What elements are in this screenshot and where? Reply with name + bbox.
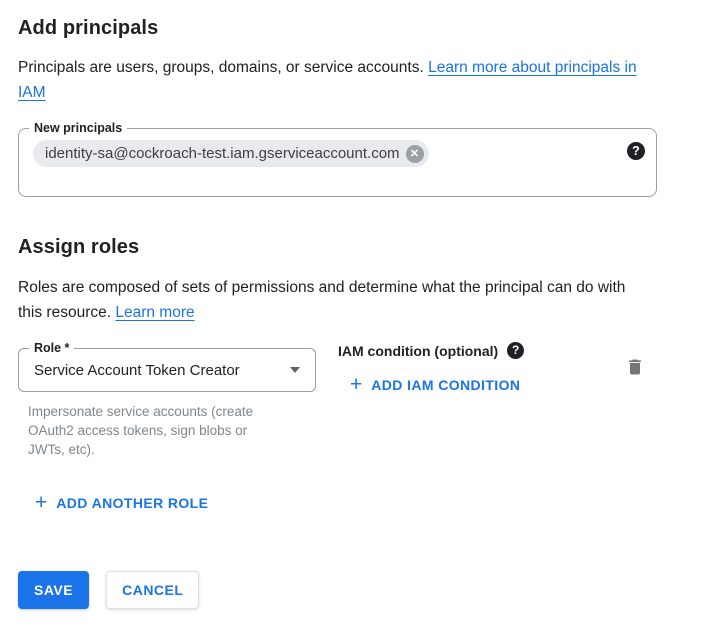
iam-condition-help-icon[interactable]: ? [507,342,524,359]
delete-role-column [625,357,645,382]
role-helper-text: Impersonate service accounts (create OAu… [28,402,278,459]
save-button[interactable]: SAVE [18,571,89,609]
cancel-button[interactable]: CANCEL [106,571,199,609]
add-another-role-label: ADD ANOTHER ROLE [56,495,208,511]
chip-remove-icon[interactable]: ✕ [406,145,424,163]
new-principals-field[interactable]: New principals identity-sa@cockroach-tes… [18,128,657,197]
add-iam-condition-button[interactable]: + ADD IAM CONDITION [350,375,520,395]
trash-icon [625,357,645,377]
role-value: Service Account Token Creator [34,362,290,379]
new-principals-label: New principals [29,120,127,137]
role-row: Role * Service Account Token Creator Imp… [18,342,657,459]
plus-icon: + [350,375,362,395]
role-select[interactable]: Role * Service Account Token Creator [18,348,316,392]
principals-intro: Principals are users, groups, domains, o… [18,55,657,105]
iam-condition-label: IAM condition (optional) [338,343,498,359]
plus-icon: + [35,493,47,513]
add-principals-panel: Add principals Principals are users, gro… [0,0,713,629]
iam-condition-label-row: IAM condition (optional) ? [338,342,625,359]
role-column: Role * Service Account Token Creator Imp… [18,342,318,459]
assign-roles-heading: Assign roles [18,235,657,259]
principal-chip: identity-sa@cockroach-test.iam.gservicea… [33,140,429,167]
page-title: Add principals [18,16,657,40]
dropdown-arrow-icon [290,367,300,373]
delete-role-button[interactable] [625,357,645,377]
role-label: Role * [29,340,74,357]
learn-more-roles-link[interactable]: Learn more [115,304,194,321]
action-bar: SAVE CANCEL [18,571,657,609]
roles-intro-text: Roles are composed of sets of permission… [18,279,625,321]
roles-intro: Roles are composed of sets of permission… [18,275,638,325]
iam-condition-column: IAM condition (optional) ? + ADD IAM CON… [338,342,625,396]
add-iam-condition-label: ADD IAM CONDITION [371,377,520,393]
intro-text: Principals are users, groups, domains, o… [18,59,424,76]
add-another-role-button[interactable]: + ADD ANOTHER ROLE [35,493,208,513]
principals-help-icon[interactable]: ? [627,142,645,160]
principal-chip-text: identity-sa@cockroach-test.iam.gservicea… [45,145,400,162]
